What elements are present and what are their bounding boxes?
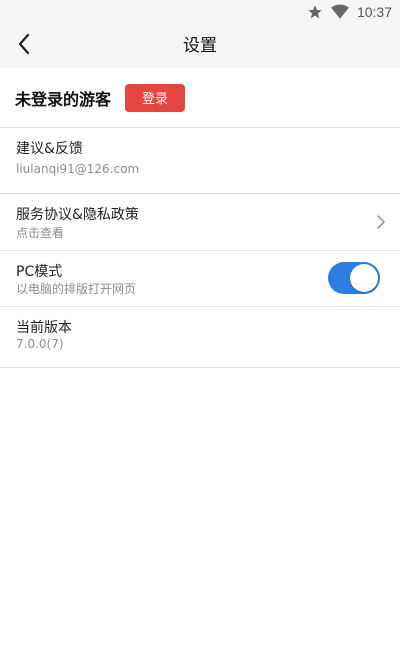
item-subtitle-pc-mode: 以电脑的排版打开网页: [16, 282, 137, 296]
item-title-agreement: 服务协议&隐私政策: [16, 207, 139, 223]
pc-mode-toggle[interactable]: [328, 262, 380, 294]
toggle-knob: [350, 264, 378, 292]
list-item-agreement[interactable]: 服务协议&隐私政策 点击查看: [0, 194, 400, 251]
list-item-pc-mode: PC模式 以电脑的排版打开网页: [0, 251, 400, 307]
chevron-right-icon: [376, 214, 386, 230]
page-title: 设置: [183, 36, 217, 56]
back-button[interactable]: [8, 30, 40, 62]
star-icon: [307, 4, 323, 20]
list-item-feedback[interactable]: 建议&反馈 liulanqi91@126.com: [0, 128, 400, 194]
list-item-version: 当前版本 7.0.0(7): [0, 307, 400, 368]
item-title-feedback: 建议&反馈: [16, 141, 83, 157]
login-button[interactable]: 登录: [125, 83, 186, 112]
chevron-left-icon: [17, 33, 31, 59]
item-subtitle-agreement: 点击查看: [16, 226, 65, 240]
item-subtitle-version: 7.0.0(7): [16, 337, 64, 351]
app-bar: 设置: [0, 24, 400, 68]
item-subtitle-feedback: liulanqi91@126.com: [16, 162, 140, 176]
guest-label: 未登录的游客: [15, 89, 112, 109]
item-title-pc-mode: PC模式: [16, 264, 63, 280]
account-row: 未登录的游客 登录: [0, 68, 400, 128]
wifi-icon: [330, 4, 349, 20]
status-bar: 10:37: [0, 0, 400, 24]
status-time: 10:37: [356, 4, 392, 20]
item-title-version: 当前版本: [16, 320, 72, 336]
